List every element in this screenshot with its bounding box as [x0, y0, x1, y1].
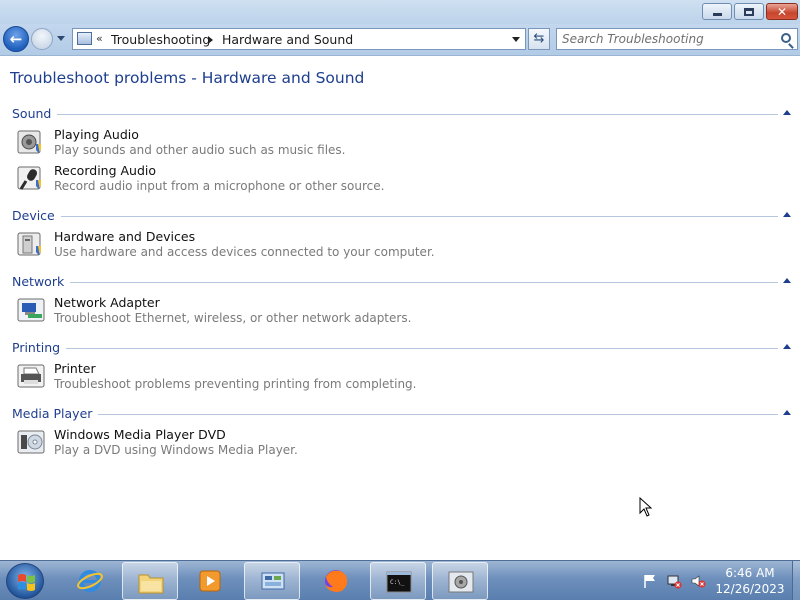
device-icon — [17, 232, 41, 256]
item-description: Play sounds and other audio such as musi… — [54, 143, 346, 157]
taskbar-media-player[interactable] — [182, 562, 238, 600]
group-divider — [62, 282, 778, 283]
taskbar-control-panel[interactable] — [244, 562, 300, 600]
troubleshooter-playing-audio[interactable]: Playing Audio Play sounds and other audi… — [16, 127, 516, 161]
folder-icon — [138, 574, 164, 594]
collapse-icon[interactable] — [783, 344, 791, 349]
group-header-network[interactable]: Network — [0, 274, 800, 290]
close-icon: ✕ — [776, 4, 788, 19]
navigation-bar: ← « Troubleshooting Hardware and Sound ⇆ — [0, 24, 800, 56]
minimize-button[interactable] — [702, 3, 732, 20]
item-description: Use hardware and access devices connecte… — [54, 245, 435, 259]
firefox-icon — [325, 570, 348, 592]
refresh-button[interactable]: ⇆ — [528, 28, 550, 50]
back-button[interactable]: ← — [3, 26, 29, 52]
troubleshooter-recording-audio[interactable]: Recording Audio Record audio input from … — [16, 163, 516, 197]
troubleshooter-hardware-and-devices[interactable]: Hardware and Devices Use hardware and ac… — [16, 229, 516, 263]
item-title[interactable]: Windows Media Player DVD — [54, 427, 226, 442]
troubleshooter-windows-media-player-dvd[interactable]: Windows Media Player DVD Play a DVD usin… — [16, 427, 516, 461]
recent-pages-dropdown[interactable] — [57, 36, 65, 41]
action-center-flag-icon[interactable] — [642, 573, 658, 589]
group-title-media-player: Media Player — [12, 406, 99, 421]
collapse-icon[interactable] — [783, 212, 791, 217]
troubleshooter-printer[interactable]: Printer Troubleshoot problems preventing… — [16, 361, 516, 395]
clock[interactable]: 6:46 AM 12/26/2023 — [708, 565, 792, 597]
collapse-icon[interactable] — [783, 110, 791, 115]
troubleshooter-network-adapter[interactable]: Network Adapter Troubleshoot Ethernet, w… — [16, 295, 516, 329]
group-header-device[interactable]: Device — [0, 208, 800, 224]
item-title[interactable]: Printer — [54, 361, 96, 376]
start-button[interactable] — [6, 563, 44, 599]
control-panel-icon — [77, 32, 92, 45]
address-dropdown-icon[interactable] — [512, 37, 520, 42]
troubleshooting-window-icon — [448, 571, 474, 593]
collapse-icon[interactable] — [783, 278, 791, 283]
control-panel-icon — [261, 572, 285, 590]
taskbar-troubleshooting-window[interactable] — [432, 562, 488, 600]
address-bar[interactable]: « Troubleshooting Hardware and Sound — [72, 28, 526, 50]
mouse-cursor-icon — [639, 497, 653, 517]
group-divider — [86, 414, 778, 415]
search-icon[interactable] — [781, 33, 791, 43]
collapse-icon[interactable] — [783, 410, 791, 415]
taskbar: C:\_ 6:46 AM 12/26/2023 — [0, 560, 800, 600]
group-title-sound: Sound — [12, 106, 58, 121]
clock-date: 12/26/2023 — [715, 582, 785, 596]
group-header-sound[interactable]: Sound — [0, 106, 800, 122]
window-titlebar: ✕ — [0, 0, 800, 24]
internet-explorer-icon — [77, 570, 103, 592]
group-title-printing: Printing — [12, 340, 67, 355]
show-desktop-button[interactable] — [792, 561, 800, 600]
refresh-icon: ⇆ — [533, 31, 545, 46]
maximize-button[interactable] — [734, 3, 764, 20]
minimize-icon — [712, 13, 722, 16]
item-description: Troubleshoot problems preventing printin… — [54, 377, 417, 391]
item-description: Record audio input from a microphone or … — [54, 179, 385, 193]
network-adapter-icon — [17, 298, 45, 322]
item-title[interactable]: Playing Audio — [54, 127, 139, 142]
page-title: Troubleshoot problems - Hardware and Sou… — [10, 69, 365, 87]
network-status-icon[interactable] — [666, 573, 682, 589]
taskbar-internet-explorer[interactable] — [62, 562, 118, 600]
search-input[interactable] — [562, 31, 772, 47]
clock-time: 6:46 AM — [725, 566, 775, 580]
printer-icon — [17, 364, 45, 388]
speaker-icon — [17, 130, 41, 154]
group-divider — [52, 114, 778, 115]
volume-muted-icon[interactable] — [690, 573, 706, 589]
item-description: Troubleshoot Ethernet, wireless, or othe… — [54, 311, 412, 325]
taskbar-windows-explorer[interactable] — [122, 562, 178, 600]
microphone-icon — [17, 166, 41, 190]
breadcrumb-separator-icon[interactable] — [208, 36, 213, 44]
media-player-icon — [199, 570, 221, 592]
breadcrumb-troubleshooting[interactable]: Troubleshooting — [111, 32, 210, 47]
svg-text:C:\_: C:\_ — [390, 579, 405, 586]
back-arrow-icon: ← — [9, 30, 23, 48]
group-divider — [62, 348, 778, 349]
item-title[interactable]: Network Adapter — [54, 295, 160, 310]
maximize-icon — [744, 7, 754, 16]
group-title-network: Network — [12, 274, 71, 289]
taskbar-firefox[interactable] — [308, 562, 364, 600]
group-header-printing[interactable]: Printing — [0, 340, 800, 356]
group-divider — [54, 216, 778, 217]
group-title-device: Device — [12, 208, 61, 223]
close-button[interactable]: ✕ — [766, 3, 798, 20]
item-description: Play a DVD using Windows Media Player. — [54, 443, 298, 457]
item-title[interactable]: Hardware and Devices — [54, 229, 195, 244]
search-box[interactable] — [556, 28, 798, 50]
dvd-icon — [17, 430, 45, 454]
breadcrumb-overflow-chevron[interactable]: « — [96, 32, 103, 45]
windows-logo-icon — [18, 574, 35, 591]
taskbar-command-prompt[interactable]: C:\_ — [370, 562, 426, 600]
item-title[interactable]: Recording Audio — [54, 163, 156, 178]
breadcrumb-hardware-and-sound[interactable]: Hardware and Sound — [222, 32, 353, 47]
group-header-media-player[interactable]: Media Player — [0, 406, 800, 422]
command-prompt-icon: C:\_ — [386, 571, 412, 593]
forward-button[interactable] — [31, 28, 53, 50]
content-pane: Troubleshoot problems - Hardware and Sou… — [0, 57, 800, 560]
